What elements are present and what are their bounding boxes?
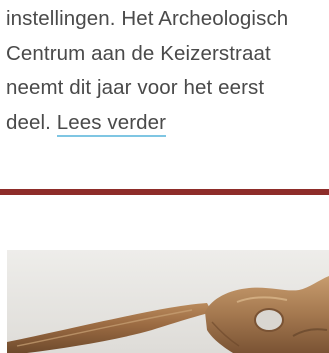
article-line-4: deel. Lees verder — [6, 106, 326, 141]
bone-fragment-image — [7, 250, 329, 353]
article-excerpt: instellingen. Het Archeologisch Centrum … — [6, 2, 326, 140]
article-line-4-text: deel. — [6, 110, 57, 134]
article-line-3: neemt dit jaar voor het eerst — [6, 76, 265, 99]
section-divider — [0, 189, 329, 195]
read-more-link[interactable]: Lees verder — [56, 110, 167, 137]
news-page: instellingen. Het Archeologisch Centrum … — [0, 0, 329, 353]
article-thumbnail[interactable] — [7, 250, 329, 353]
article-line-1: instellingen. Het Archeologisch — [6, 7, 289, 30]
article-line-2: Centrum aan de Keizerstraat — [6, 41, 271, 65]
